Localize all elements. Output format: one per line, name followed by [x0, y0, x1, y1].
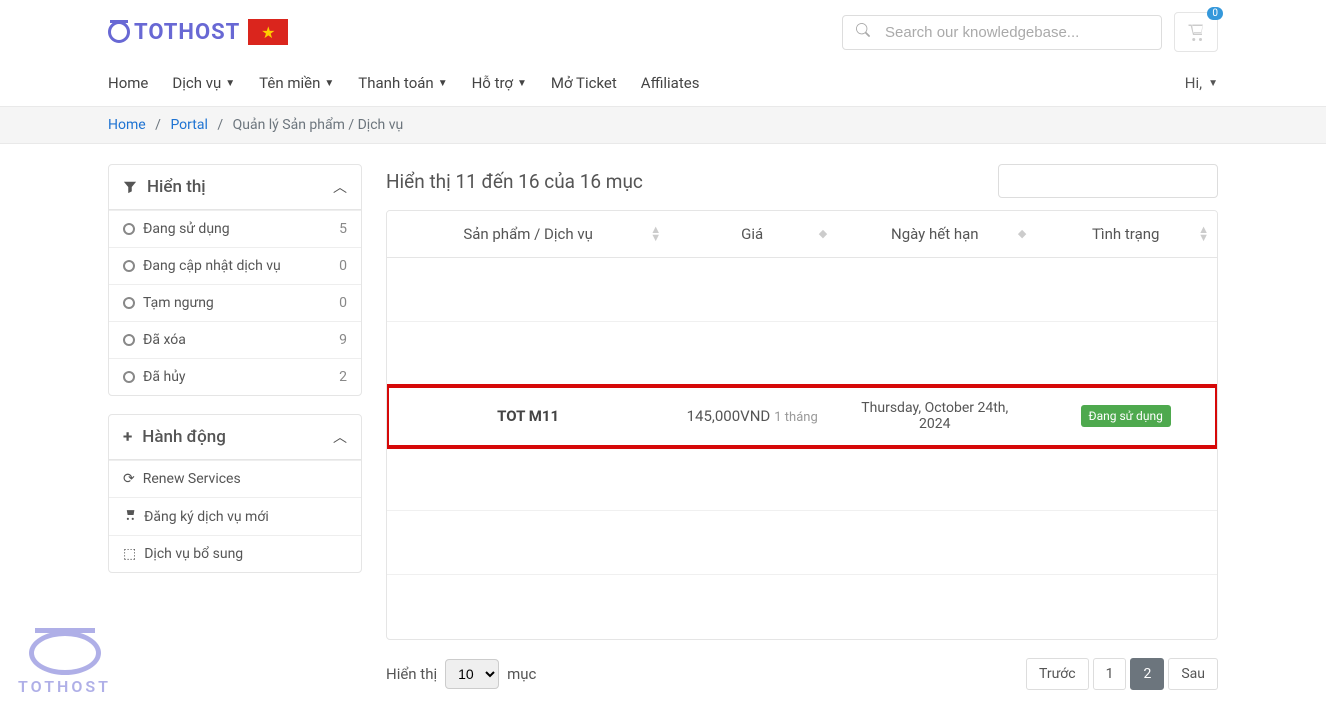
col-due[interactable]: Ngày hết hạn◆ [835, 211, 1034, 258]
breadcrumb: Home / Portal / Quản lý Sản phẩm / Dịch … [93, 107, 1233, 143]
logo-icon [29, 631, 101, 675]
product-name: TOT M11 [397, 407, 659, 425]
table-search-input[interactable] [998, 164, 1218, 198]
status-badge: Đang sử dụng [1081, 405, 1171, 427]
nav-services[interactable]: Dịch vụ▼ [172, 74, 235, 92]
filter-active[interactable]: Đang sử dụng5 [109, 210, 361, 247]
plus-icon: + [123, 427, 132, 447]
logo-wrap[interactable]: TOTHOST ★ [108, 19, 288, 45]
cart-icon [123, 508, 136, 525]
table-row[interactable] [387, 575, 1217, 639]
cubes-icon: ⬚ [123, 546, 136, 562]
filter-count: 5 [339, 221, 347, 237]
nav-billing[interactable]: Thanh toán▼ [358, 74, 447, 92]
brand-logo: TOTHOST [108, 20, 240, 45]
table-row[interactable] [387, 322, 1217, 386]
brand-text: TOTHOST [134, 20, 240, 45]
breadcrumb-portal[interactable]: Portal [170, 117, 207, 133]
action-addons[interactable]: ⬚Dịch vụ bổ sung [109, 535, 361, 572]
search-input[interactable] [842, 15, 1162, 50]
filter-panel: Hiển thị ︿ Đang sử dụng5 Đang cập nhật d… [108, 164, 362, 396]
cart-icon [1187, 23, 1205, 41]
vietnam-flag-icon: ★ [248, 19, 288, 45]
search-icon [856, 23, 870, 41]
filter-cancelled[interactable]: Đã hủy2 [109, 358, 361, 395]
breadcrumb-sep: / [149, 117, 167, 133]
chevron-down-icon: ▼ [324, 78, 334, 89]
billing-cycle: 1 tháng [774, 410, 818, 425]
table-row[interactable] [387, 258, 1217, 322]
user-menu[interactable]: Hi, ▼ [1185, 74, 1218, 92]
action-register[interactable]: Đăng ký dịch vụ mới [109, 497, 361, 535]
pagination: Trước 1 2 Sau [1026, 658, 1218, 690]
sort-icon: ▲▼ [1198, 226, 1209, 242]
col-product[interactable]: Sản phẩm / Dịch vụ▲▼ [387, 211, 669, 258]
showing-summary: Hiển thị 11 đến 16 của 16 mục [386, 170, 643, 193]
chevron-up-icon: ︿ [333, 427, 347, 447]
cart-button[interactable]: 0 [1174, 12, 1218, 52]
page-next[interactable]: Sau [1168, 658, 1218, 690]
cart-count-badge: 0 [1207, 7, 1223, 20]
filter-updating[interactable]: Đang cập nhật dịch vụ0 [109, 247, 361, 284]
chevron-up-icon: ︿ [333, 177, 347, 197]
filter-suspended[interactable]: Tạm ngưng0 [109, 284, 361, 321]
table-row-highlighted[interactable]: TOT M11 145,000VND1 tháng Thursday, Octo… [387, 386, 1217, 447]
nav-affiliates[interactable]: Affiliates [641, 74, 700, 92]
actions-panel-toggle[interactable]: + Hành động ︿ [109, 415, 361, 460]
page-1[interactable]: 1 [1093, 658, 1127, 690]
per-page-control: Hiển thị 10 mục [386, 659, 536, 689]
main-nav: Home Dịch vụ▼ Tên miền▼ Thanh toán▼ Hỗ t… [108, 74, 699, 92]
actions-title: Hành động [142, 427, 226, 447]
per-page-suffix: mục [507, 665, 536, 683]
nav-support[interactable]: Hỗ trợ▼ [472, 74, 527, 92]
price-value: 145,000VND1 tháng [687, 407, 818, 425]
greeting-text: Hi, [1185, 74, 1202, 92]
table-row[interactable] [387, 447, 1217, 511]
filter-count: 2 [339, 369, 347, 385]
per-page-prefix: Hiển thị [386, 665, 437, 683]
chevron-down-icon: ▼ [225, 78, 235, 89]
knowledgebase-search[interactable] [842, 15, 1162, 50]
action-renew[interactable]: ⟳Renew Services [109, 460, 361, 497]
circle-icon [123, 371, 135, 383]
filter-count: 9 [339, 332, 347, 348]
col-price[interactable]: Giá◆ [669, 211, 835, 258]
breadcrumb-sep: / [211, 117, 229, 133]
services-table: Sản phẩm / Dịch vụ▲▼ Giá◆ Ngày hết hạn◆ … [386, 210, 1218, 640]
filter-deleted[interactable]: Đã xóa9 [109, 321, 361, 358]
breadcrumb-home[interactable]: Home [108, 117, 146, 133]
filter-title: Hiển thị [147, 177, 206, 197]
breadcrumb-current: Quản lý Sản phẩm / Dịch vụ [233, 117, 404, 133]
table-search[interactable] [998, 164, 1218, 198]
nav-home[interactable]: Home [108, 74, 148, 92]
filter-panel-toggle[interactable]: Hiển thị ︿ [109, 165, 361, 210]
circle-icon [123, 297, 135, 309]
sort-diamond-icon: ◆ [1018, 230, 1026, 238]
filter-count: 0 [339, 295, 347, 311]
page-prev[interactable]: Trước [1026, 658, 1089, 690]
chevron-down-icon: ▼ [1208, 78, 1218, 89]
chevron-down-icon: ▼ [438, 78, 448, 89]
page-2[interactable]: 2 [1130, 658, 1164, 690]
refresh-icon: ⟳ [123, 471, 135, 487]
circle-icon [123, 334, 135, 346]
filter-icon [123, 180, 137, 194]
logo-icon [108, 21, 130, 43]
per-page-select[interactable]: 10 [445, 659, 499, 689]
nav-open-ticket[interactable]: Mở Ticket [551, 74, 617, 92]
chevron-down-icon: ▼ [517, 78, 527, 89]
table-row[interactable] [387, 511, 1217, 575]
nav-domains[interactable]: Tên miền▼ [259, 74, 334, 92]
filter-count: 0 [339, 258, 347, 274]
col-status[interactable]: Tình trạng▲▼ [1034, 211, 1217, 258]
actions-panel: + Hành động ︿ ⟳Renew Services Đăng ký dịc… [108, 414, 362, 573]
table-header-row: Sản phẩm / Dịch vụ▲▼ Giá◆ Ngày hết hạn◆ … [387, 211, 1217, 258]
circle-icon [123, 223, 135, 235]
circle-icon [123, 260, 135, 272]
sort-diamond-icon: ◆ [819, 230, 827, 238]
due-date: Thursday, October 24th, 2024 [835, 386, 1034, 447]
sort-icon: ▲▼ [650, 226, 661, 242]
